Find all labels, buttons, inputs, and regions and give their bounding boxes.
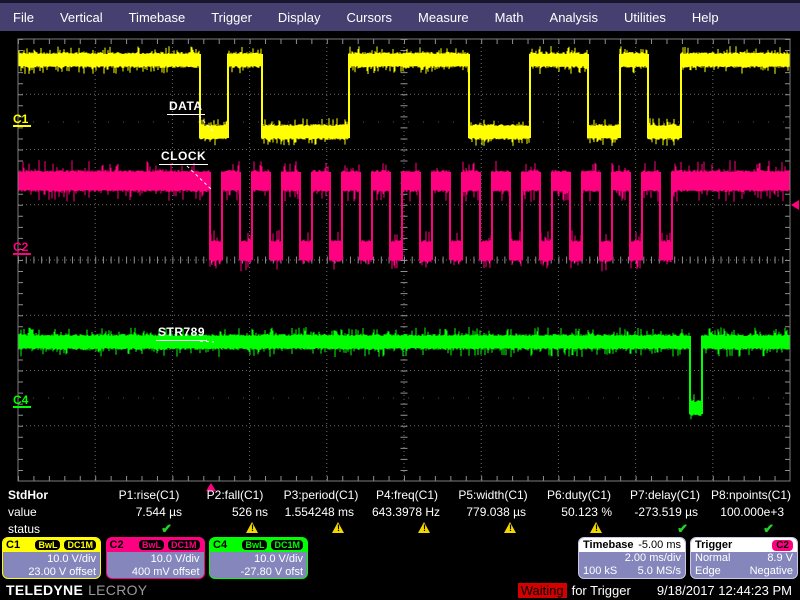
status-row-label: status	[0, 522, 106, 536]
measurement-param-p4[interactable]: P4:freq(C1)	[364, 488, 450, 502]
measurement-param-p3[interactable]: P3:period(C1)	[278, 488, 364, 502]
channel-vdiv: 10.0 V/div	[111, 553, 200, 566]
channel-marker-c1[interactable]: C1	[13, 113, 31, 127]
trace-annotation-str789: STR789	[156, 325, 207, 341]
menu-bar: FileVerticalTimebaseTriggerDisplayCursor…	[0, 0, 800, 31]
menu-item-file[interactable]: File	[0, 10, 47, 25]
measurement-value-p1: 7.544 µs	[106, 505, 192, 519]
menu-item-vertical[interactable]: Vertical	[47, 10, 116, 25]
channel-offset: 400 mV offset	[111, 566, 200, 579]
menu-item-display[interactable]: Display	[265, 10, 334, 25]
menu-item-math[interactable]: Math	[482, 10, 537, 25]
channel-marker-c2[interactable]: C2	[13, 241, 31, 255]
timebase-offset: -5.00 ms	[638, 539, 681, 551]
measurement-param-p1[interactable]: P1:rise(C1)	[106, 488, 192, 502]
brand-lecroy: LECROY	[88, 582, 147, 598]
trigger-status-text: for Trigger	[572, 583, 631, 598]
trigger-level-marker[interactable]	[791, 200, 799, 210]
status-warning-icon	[504, 522, 516, 533]
menu-item-analysis[interactable]: Analysis	[537, 10, 611, 25]
trigger-mode: Normal	[695, 552, 730, 565]
dc1m-badge: DC1M	[270, 539, 304, 551]
timebase-samples: 100 kS	[583, 565, 617, 578]
trigger-slope: Negative	[750, 565, 793, 578]
dc1m-badge: DC1M	[63, 539, 97, 551]
status-warning-icon	[332, 522, 344, 533]
timebase-scale: 2.00 ms/div	[625, 552, 681, 565]
trigger-header: Trigger C2	[691, 538, 797, 552]
measurement-param-p6[interactable]: P6:duty(C1)	[536, 488, 622, 502]
bwl-badge: BwL	[241, 539, 268, 551]
brand-teledyne: TELEDYNE	[6, 582, 83, 598]
trace-annotation-clock: CLOCK	[159, 149, 208, 165]
timebase-descriptor[interactable]: Timebase -5.00 ms 2.00 ms/div 100 kS 5.0…	[578, 537, 686, 579]
datetime-display: 9/18/2017 12:44:23 PM	[657, 583, 792, 598]
value-row-label: value	[0, 505, 106, 519]
channel-offset: -27.80 V ofst	[214, 566, 303, 579]
measure-set-label: StdHor	[0, 488, 106, 502]
trigger-type: Edge	[695, 565, 721, 578]
channel-marker-c4[interactable]: C4	[13, 394, 31, 408]
timebase-samplerate: 5.0 MS/s	[638, 565, 681, 578]
measurement-value-p2: 526 ns	[192, 505, 278, 519]
menu-item-measure[interactable]: Measure	[405, 10, 482, 25]
bwl-badge: BwL	[138, 539, 165, 551]
status-ok-icon: ✔	[763, 521, 774, 536]
measurement-value-p4: 643.3978 Hz	[364, 505, 450, 519]
menu-item-trigger[interactable]: Trigger	[198, 10, 265, 25]
bwl-badge: BwL	[34, 539, 61, 551]
trigger-descriptor[interactable]: Trigger C2 Normal 8.9 V Edge Negative	[690, 537, 798, 579]
measurement-param-p2[interactable]: P2:fall(C1)	[192, 488, 278, 502]
channel-descriptor-c1[interactable]: C1BwLDC1M 10.0 V/div23.00 V offset	[2, 537, 101, 579]
trigger-status-badge: Waiting	[518, 583, 567, 598]
status-bar: TELEDYNE LECROY Waiting for Trigger 9/18…	[0, 580, 800, 600]
status-warning-icon	[418, 522, 430, 533]
measurement-panel: StdHorP1:rise(C1)P2:fall(C1)P3:period(C1…	[0, 486, 800, 537]
descriptor-row: Timebase -5.00 ms 2.00 ms/div 100 kS 5.0…	[0, 537, 800, 579]
channel-offset: 23.00 V offset	[7, 566, 96, 579]
trigger-title: Trigger	[695, 539, 732, 551]
status-ok-icon: ✔	[677, 521, 688, 536]
menu-item-help[interactable]: Help	[679, 10, 732, 25]
channel-id-label: C1	[6, 539, 32, 551]
status-ok-icon: ✔	[161, 521, 172, 536]
measurement-param-p7[interactable]: P7:delay(C1)	[622, 488, 708, 502]
channel-id-label: C2	[110, 539, 136, 551]
status-warning-icon	[590, 522, 602, 533]
timebase-header: Timebase -5.00 ms	[579, 538, 685, 552]
channel-descriptor-c4[interactable]: C4BwLDC1M 10.0 V/div-27.80 V ofst	[209, 537, 308, 579]
trace-str789[interactable]	[19, 327, 789, 419]
channel-vdiv: 10.0 V/div	[7, 553, 96, 566]
channel-vdiv: 10.0 V/div	[214, 553, 303, 566]
measurement-param-p8[interactable]: P8:npoints(C1)	[708, 488, 794, 502]
measurement-value-p6: 50.123 %	[536, 505, 622, 519]
measurement-value-p3: 1.554248 ms	[278, 505, 364, 519]
measurement-param-p5[interactable]: P5:width(C1)	[450, 488, 536, 502]
menu-item-utilities[interactable]: Utilities	[611, 10, 679, 25]
menu-item-timebase[interactable]: Timebase	[116, 10, 199, 25]
channel-descriptor-c2[interactable]: C2BwLDC1M 10.0 V/div400 mV offset	[106, 537, 205, 579]
measurement-value-p7: -273.519 µs	[622, 505, 708, 519]
measurement-value-p8: 100.000e+3	[708, 505, 794, 519]
timebase-title: Timebase	[583, 539, 634, 551]
trigger-level: 8.9 V	[767, 552, 793, 565]
trace-annotation-data: DATA	[167, 99, 205, 115]
menu-item-cursors[interactable]: Cursors	[334, 10, 406, 25]
measurement-value-p5: 779.038 µs	[450, 505, 536, 519]
channel-id-label: C4	[213, 539, 239, 551]
dc1m-badge: DC1M	[167, 539, 201, 551]
trigger-source-badge: C2	[772, 540, 793, 551]
status-warning-icon	[246, 522, 258, 533]
